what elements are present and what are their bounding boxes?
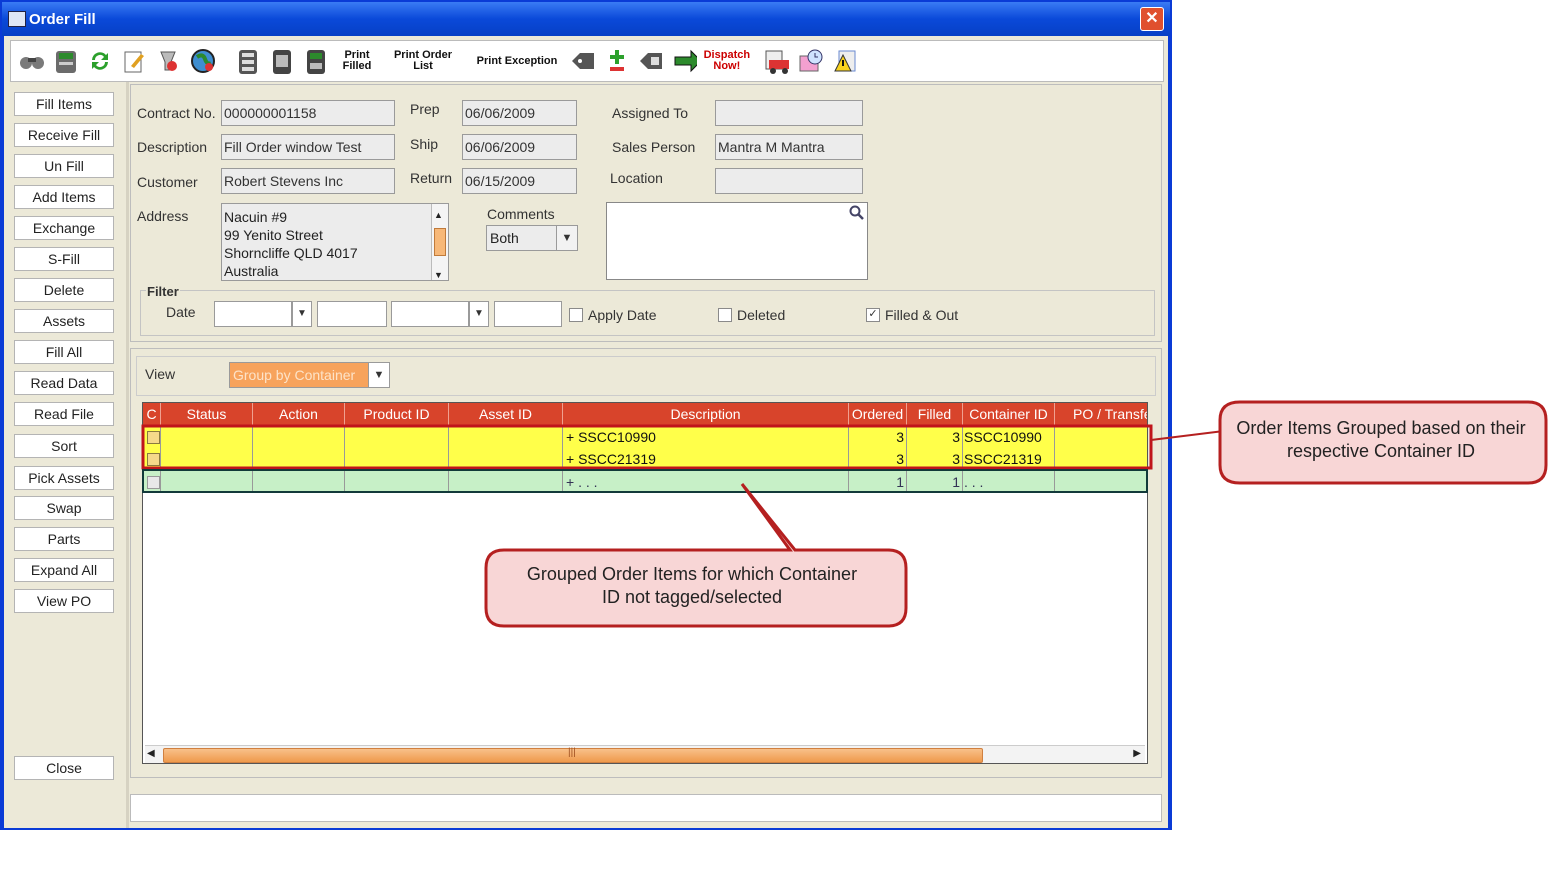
callout-no-container-text: Grouped Order Items for which Container … <box>526 564 858 607</box>
callout-grouped-text: Order Items Grouped based on their respe… <box>1236 418 1526 461</box>
untagged-row-highlight <box>142 469 1148 493</box>
grouped-rows-highlight <box>141 424 1153 470</box>
